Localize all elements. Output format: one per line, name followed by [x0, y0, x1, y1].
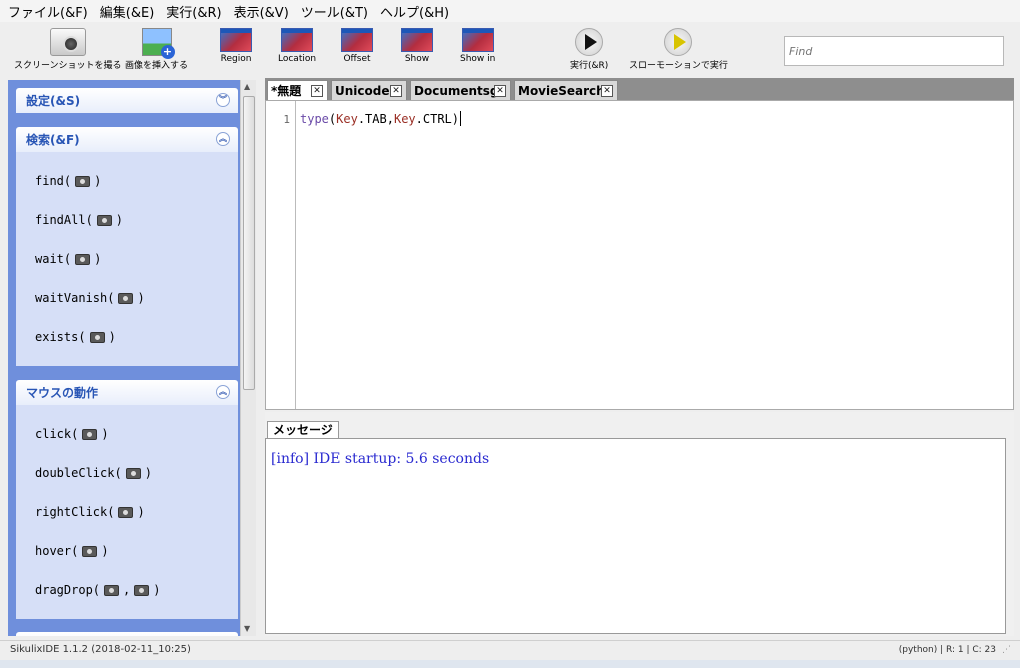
resize-grip-icon[interactable]: ⋰	[1002, 645, 1014, 657]
menu-help[interactable]: ヘルプ(&H)	[380, 2, 449, 21]
log-line: [info] IDE startup: 5.6 seconds	[271, 451, 490, 467]
cmd-hover[interactable]: hover()	[35, 544, 109, 558]
cmd-waitvanish[interactable]: waitVanish()	[35, 291, 145, 305]
status-bar: SikulixIDE 1.1.2 (2018-02-11_10:25) (pyt…	[0, 640, 1020, 660]
offset-icon	[341, 28, 373, 52]
cmd-doubleclick[interactable]: doubleClick()	[35, 466, 152, 480]
mouse-panel-header[interactable]: マウスの動作 ︽	[16, 380, 238, 405]
menu-tools[interactable]: ツール(&T)	[301, 2, 368, 21]
code-line[interactable]: type(Key.TAB,Key.CTRL)	[300, 111, 462, 126]
menu-run[interactable]: 実行(&R)	[166, 2, 221, 21]
screenshot-button[interactable]: スクリーンショットを撮る	[14, 28, 122, 71]
slow-play-icon	[664, 28, 693, 56]
collapse-icon[interactable]: ︽	[216, 132, 230, 146]
cmd-find[interactable]: find()	[35, 174, 101, 188]
camera-icon	[134, 584, 150, 596]
message-log: [info] IDE startup: 5.6 seconds	[265, 438, 1006, 634]
offset-label: Offset	[343, 54, 371, 64]
location-label: Location	[278, 54, 317, 64]
cmd-findall[interactable]: findAll()	[35, 213, 123, 227]
collapse-icon[interactable]: ︽	[216, 385, 230, 399]
expand-icon[interactable]: ︾	[216, 93, 230, 107]
camera-icon	[75, 175, 91, 187]
cursor-position: (python) | R: 1 | C: 23	[898, 645, 996, 655]
settings-panel-title: 設定(&S)	[26, 94, 81, 108]
search-panel-title: 検索(&F)	[26, 133, 80, 147]
menu-edit[interactable]: 編集(&E)	[100, 2, 155, 21]
scroll-up-icon[interactable]: ▲	[244, 82, 250, 91]
close-icon[interactable]: ✕	[311, 85, 323, 97]
run-button[interactable]: 実行(&R)	[570, 28, 608, 71]
camera-icon	[96, 214, 112, 226]
tab-moviesearch[interactable]: MovieSearch ✕	[514, 80, 618, 100]
show-in-icon	[461, 28, 494, 52]
tab-documentsg[interactable]: Documentsg ✕	[410, 80, 511, 100]
find-input[interactable]	[784, 36, 1004, 66]
version-info: SikulixIDE 1.1.2 (2018-02-11_10:25)	[10, 644, 191, 655]
window-bottom-edge	[0, 660, 1020, 668]
camera-icon	[82, 428, 98, 440]
mouse-panel-title: マウスの動作	[26, 386, 99, 400]
insert-image-icon	[141, 28, 175, 59]
close-icon[interactable]: ✕	[601, 85, 613, 97]
show-in-button[interactable]: Show in	[460, 28, 495, 64]
next-panel-header[interactable]	[16, 632, 238, 636]
scrollbar-thumb[interactable]	[243, 96, 255, 390]
settings-panel-header[interactable]: 設定(&S) ︾	[16, 88, 238, 113]
camera-icon	[104, 584, 120, 596]
search-panel-body: find() findAll() wait() waitVanish() exi…	[16, 152, 238, 366]
menu-file[interactable]: ファイル(&F)	[8, 2, 88, 21]
close-icon[interactable]: ✕	[494, 85, 506, 97]
insert-image-label: 画像を挿入する	[125, 61, 189, 71]
region-label: Region	[220, 54, 252, 64]
slow-run-button[interactable]: スローモーションで実行	[629, 28, 728, 71]
show-button[interactable]: Show	[401, 28, 433, 64]
menu-view[interactable]: 表示(&V)	[234, 2, 289, 21]
camera-icon	[118, 292, 134, 304]
code-editor[interactable]: 1 type(Key.TAB,Key.CTRL)	[265, 100, 1014, 410]
tab-unicode[interactable]: Unicode ✕	[331, 80, 407, 100]
camera-icon	[118, 506, 134, 518]
insert-image-button[interactable]: 画像を挿入する	[125, 28, 188, 71]
message-pane: メッセージ [info] IDE startup: 5.6 seconds	[265, 412, 1014, 636]
command-sidebar: 設定(&S) ︾ 検索(&F) ︽ find() findAll() wait(…	[8, 80, 240, 636]
camera-icon	[49, 28, 86, 56]
text-cursor	[460, 111, 462, 126]
region-icon	[220, 28, 252, 52]
show-in-label: Show in	[460, 54, 496, 64]
scroll-down-icon[interactable]: ▼	[244, 624, 250, 633]
cmd-click[interactable]: click()	[35, 427, 109, 441]
camera-icon	[75, 253, 91, 265]
play-icon	[575, 28, 604, 56]
camera-icon	[89, 331, 105, 343]
run-label: 実行(&R)	[570, 61, 609, 71]
editor-tab-bar: *無題 ✕ Unicode ✕ Documentsg ✕ MovieSearch…	[265, 78, 1014, 100]
cmd-exists[interactable]: exists()	[35, 330, 116, 344]
screenshot-label: スクリーンショットを撮る	[14, 61, 122, 71]
offset-button[interactable]: Offset	[341, 28, 373, 64]
cmd-wait[interactable]: wait()	[35, 252, 101, 266]
tab-messages[interactable]: メッセージ	[267, 421, 339, 438]
close-icon[interactable]: ✕	[390, 85, 402, 97]
sidebar-scrollbar[interactable]: ▲ ▼	[240, 80, 256, 636]
menu-bar: ファイル(&F) 編集(&E) 実行(&R) 表示(&V) ツール(&T) ヘル…	[0, 0, 1020, 22]
cmd-rightclick[interactable]: rightClick()	[35, 505, 145, 519]
cmd-dragdrop[interactable]: dragDrop(,)	[35, 583, 161, 597]
camera-icon	[125, 467, 141, 479]
slow-run-label: スローモーションで実行	[629, 61, 728, 71]
line-number: 1	[266, 101, 296, 409]
tab-untitled[interactable]: *無題 ✕	[267, 80, 328, 100]
location-icon	[281, 28, 314, 52]
show-label: Show	[404, 54, 430, 64]
search-panel-header[interactable]: 検索(&F) ︽	[16, 127, 238, 152]
location-button[interactable]: Location	[278, 28, 316, 64]
camera-icon	[82, 545, 98, 557]
mouse-panel-body: click() doubleClick() rightClick() hover…	[16, 405, 238, 619]
show-icon	[401, 28, 433, 52]
region-button[interactable]: Region	[220, 28, 252, 64]
